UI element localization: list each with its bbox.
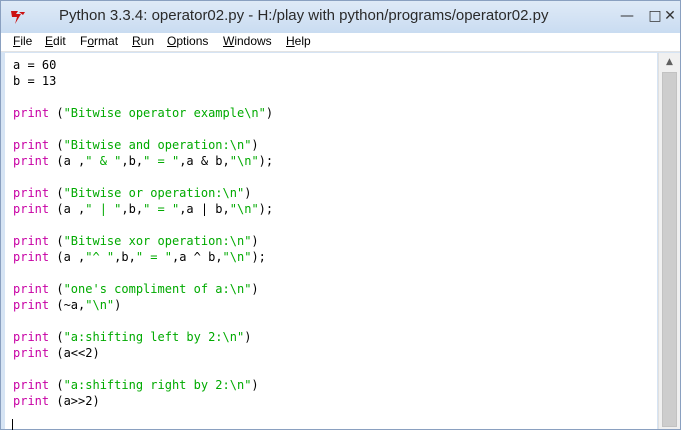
code-token: ,a ^ b, [171, 250, 223, 264]
string-token: " = " [143, 202, 180, 216]
code-token: ,b, [121, 154, 144, 168]
string-token: "\n" [229, 154, 259, 168]
string-token: "Bitwise xor operation:\n" [63, 234, 252, 248]
code-line: print ("Bitwise operator example\n") [13, 105, 273, 121]
keyword-token: print [13, 234, 50, 248]
code-line: print ("one's compliment of a:\n") [13, 281, 259, 297]
minimize-button[interactable]: — [613, 5, 641, 27]
code-token: b = 13 [13, 74, 57, 88]
string-token: "Bitwise and operation:\n" [63, 138, 252, 152]
string-token: " & " [85, 154, 122, 168]
code-token: (a<<2) [49, 346, 100, 360]
code-token: ,b, [121, 202, 144, 216]
tk-feather-icon [11, 11, 25, 24]
keyword-token: print [13, 346, 50, 360]
code-line: print (~a,"\n") [13, 297, 121, 313]
code-line: print (a ," | ",b," = ",a | b,"\n"); [13, 201, 273, 217]
string-token: " = " [135, 250, 172, 264]
code-token: ) [244, 330, 252, 344]
menu-options[interactable]: Options [167, 34, 208, 48]
code-token: ); [251, 250, 266, 264]
string-token: "Bitwise or operation:\n" [63, 186, 245, 200]
code-line: print (a<<2) [13, 345, 100, 361]
string-token: " = " [143, 154, 180, 168]
menu-file[interactable]: File [13, 34, 32, 48]
string-token: "\n" [85, 298, 115, 312]
close-button[interactable]: ✕ [658, 5, 681, 27]
code-token: ) [251, 234, 259, 248]
code-token: ,a | b, [179, 202, 230, 216]
string-token: "Bitwise operator example\n" [63, 106, 266, 120]
code-token: (a , [49, 250, 86, 264]
code-token: ( [49, 378, 64, 392]
code-token: ) [251, 378, 259, 392]
code-token: ); [258, 154, 274, 168]
keyword-token: print [13, 106, 50, 120]
keyword-token: print [13, 154, 50, 168]
scroll-up-arrow-icon[interactable]: ▲ [661, 55, 678, 69]
code-token: ( [49, 106, 64, 120]
code-line: print (a>>2) [13, 393, 100, 409]
string-token: "\n" [222, 250, 252, 264]
code-editor[interactable]: a = 60 b = 13 print ("Bitwise operator exa… [5, 53, 657, 429]
code-line: print ("Bitwise xor operation:\n") [13, 233, 259, 249]
string-token: "a:shifting right by 2:\n" [63, 378, 252, 392]
code-token: ) [114, 298, 122, 312]
code-line: print ("a:shifting left by 2:\n") [13, 329, 251, 345]
code-token: ); [258, 202, 274, 216]
code-token: (a , [49, 202, 86, 216]
code-token: ) [251, 282, 259, 296]
code-token: a = 60 [13, 58, 57, 72]
menu-format[interactable]: Format [80, 34, 118, 48]
scroll-thumb[interactable] [662, 72, 677, 427]
code-token: ) [244, 186, 252, 200]
menu-bar: File Edit Format Run Options Windows Hel… [1, 33, 680, 52]
menu-edit[interactable]: Edit [45, 34, 66, 48]
menu-run[interactable]: Run [132, 34, 154, 48]
code-token: (a>>2) [49, 394, 100, 408]
code-line: print ("Bitwise or operation:\n") [13, 185, 251, 201]
window-title: Python 3.3.4: operator02.py - H:/play wi… [59, 7, 549, 24]
code-line: print (a ,"^ ",b," = ",a ^ b,"\n"); [13, 249, 266, 265]
string-token: "\n" [229, 202, 259, 216]
text-cursor [12, 419, 13, 430]
string-token: "one's compliment of a:\n" [63, 282, 252, 296]
string-token: "a:shifting left by 2:\n" [63, 330, 245, 344]
code-line: print ("Bitwise and operation:\n") [13, 137, 259, 153]
keyword-token: print [13, 282, 50, 296]
code-line: print ("a:shifting right by 2:\n") [13, 377, 259, 393]
menu-windows[interactable]: Windows [223, 34, 272, 48]
idle-editor-window: Python 3.3.4: operator02.py - H:/play wi… [0, 0, 681, 430]
code-token: ( [49, 282, 64, 296]
code-token: (~a, [49, 298, 86, 312]
vertical-scrollbar[interactable]: ▲ [658, 53, 680, 429]
code-token: ) [251, 138, 259, 152]
keyword-token: print [13, 298, 50, 312]
keyword-token: print [13, 202, 50, 216]
code-line: b = 13 [13, 73, 56, 89]
code-token: ( [49, 234, 64, 248]
keyword-token: print [13, 250, 50, 264]
code-token: ,b, [114, 250, 136, 264]
code-token: ( [49, 330, 64, 344]
keyword-token: print [13, 378, 50, 392]
title-bar[interactable]: Python 3.3.4: operator02.py - H:/play wi… [1, 1, 680, 33]
menu-help[interactable]: Help [286, 34, 311, 48]
keyword-token: print [13, 394, 50, 408]
code-line: print (a ," & ",b," = ",a & b,"\n"); [13, 153, 273, 169]
keyword-token: print [13, 330, 50, 344]
string-token: "^ " [85, 250, 115, 264]
keyword-token: print [13, 186, 50, 200]
code-token: ,a & b, [179, 154, 230, 168]
keyword-token: print [13, 138, 50, 152]
code-token: ( [49, 186, 64, 200]
code-token: ( [49, 138, 64, 152]
string-token: " | " [85, 202, 122, 216]
code-token: ) [265, 106, 274, 120]
code-line: a = 60 [13, 57, 56, 73]
code-token: (a , [49, 154, 86, 168]
